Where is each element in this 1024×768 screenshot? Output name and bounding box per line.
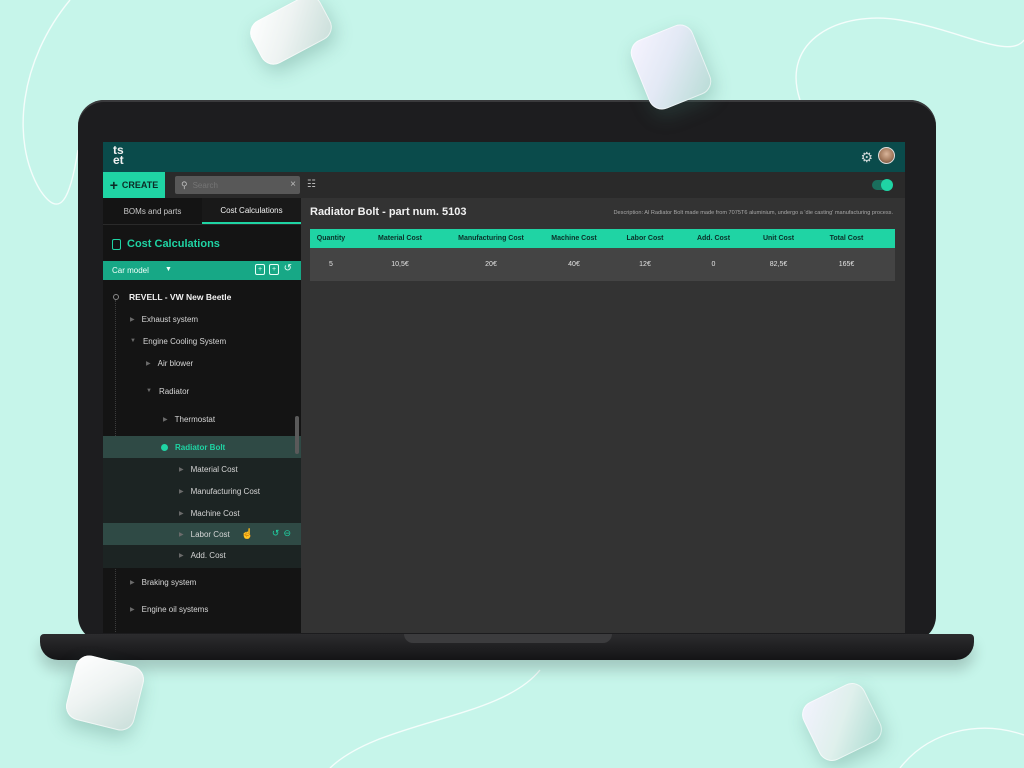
table-cell: 40€ [568,261,580,268]
chevron-right-icon: ▶ [146,360,151,367]
sidebar-tabs: BOMs and parts Cost Calculations [103,198,301,225]
column-header[interactable]: Manufacturing Cost [448,229,534,248]
calculator-icon [112,238,121,250]
search-box: ⚲ × [175,176,300,194]
tree-item-labor-cost[interactable]: ▶ Labor Cost ☝ ↺ ⊖ [103,523,301,545]
cost-table: Quantity Material Cost Manufacturing Cos… [310,229,895,281]
column-header[interactable]: Machine Cost [534,229,614,248]
tree-item-label: Thermostat [174,414,216,424]
selected-dot-icon [161,443,168,451]
tree-item-engine-cooling-system[interactable]: ▼ Engine Cooling System [103,330,301,352]
tree-root-label: REVELL - VW New Beetle [129,292,232,302]
main-panel: Radiator Bolt - part num. 5103 Descripti… [301,198,905,633]
tree-item-material-cost[interactable]: ▶ Material Cost [103,458,301,480]
chevron-right-icon: ▶ [179,531,184,538]
table-cell: 82,5€ [769,261,788,268]
clear-icon[interactable]: × [290,179,296,190]
tree-item-manufacturing-cost[interactable]: ▶ Manufacturing Cost [103,480,301,502]
column-header[interactable]: Material Cost [352,229,448,248]
laptop-notch [404,634,612,643]
column-header[interactable]: Add. Cost [676,229,751,248]
tree-item-label: Air blower [157,358,194,368]
chevron-right-icon: ▶ [179,488,184,495]
circle-icon [113,294,119,300]
model-selector[interactable]: Car model [112,266,149,275]
search-input[interactable] [192,180,279,190]
plus-icon: + [109,177,118,193]
search-icon: ⚲ [181,179,188,190]
tree-item-thermostat[interactable]: ▶ Thermostat [103,408,301,430]
sidebar-scrollbar[interactable] [295,416,299,454]
tree-item-label: Braking system [141,577,197,587]
tree-item-radiator-bolt[interactable]: Radiator Bolt [103,436,301,458]
tree-item-air-blower[interactable]: ▶ Air blower [103,352,301,374]
add-file-icon[interactable]: + [255,264,265,275]
add-folder-icon[interactable]: + [269,264,279,275]
table-cell: 0 [711,261,716,268]
tree-item-label: Engine oil systems [141,604,209,614]
section-title: Cost Calculations [112,238,220,250]
tree-item-exhaust-system[interactable]: ▶ Exhaust system [103,308,301,330]
view-toggle[interactable] [872,179,893,191]
table-header: Quantity Material Cost Manufacturing Cos… [310,229,895,248]
tab-cost-calculations[interactable]: Cost Calculations [202,198,301,224]
create-button-label: CREATE [121,180,159,190]
tree-item-braking-system[interactable]: ▶ Braking system [103,571,301,593]
tree-root[interactable]: REVELL - VW New Beetle [103,286,301,308]
column-header[interactable]: Total Cost [806,229,887,248]
chevron-down-icon: ▼ [130,338,136,344]
tree-item-label: Manufacturing Cost [190,486,260,496]
undo-icon[interactable]: ↺ [272,528,280,539]
tree-item-label: Engine Cooling System [142,336,227,346]
table-row: 5 10,5€ 20€ 40€ 12€ 0 82,5€ 165€ [310,248,895,281]
filter-icon[interactable]: ☷ [307,179,316,190]
undo-icon[interactable]: ↺ [284,263,292,274]
tree-item-label: Material Cost [190,464,238,474]
chevron-right-icon: ▶ [130,316,135,323]
part-description: Description: Al Radiator Bolt made made … [613,210,893,216]
sidebar: BOMs and parts Cost Calculations Cost Ca… [103,198,301,633]
chevron-right-icon: ▶ [163,416,168,423]
tree-item-label: Exhaust system [141,314,199,324]
table-cell: 20€ [485,261,497,268]
avatar[interactable] [878,147,895,164]
toggle-knob [881,179,893,191]
tree-item-label: Radiator Bolt [175,442,226,452]
chevron-right-icon: ▶ [179,466,184,473]
tree-item-label: Add. Cost [190,550,226,560]
tree-item-machine-cost[interactable]: ▶ Machine Cost [103,502,301,524]
toolbar: + CREATE ⚲ × ☷ [103,172,905,198]
create-button[interactable]: + CREATE [103,172,165,198]
app-logo[interactable]: ts et [113,144,124,166]
chevron-right-icon: ▶ [179,552,184,559]
tree-item-radiator[interactable]: ▼ Radiator [103,380,301,402]
row-actions: ↺ ⊖ [272,528,291,539]
chevron-right-icon: ▶ [130,579,135,586]
column-header[interactable]: Labor Cost [614,229,676,248]
column-header[interactable]: Quantity [310,229,352,248]
chevron-right-icon: ▶ [179,510,184,517]
column-header[interactable]: Unit Cost [751,229,806,248]
tab-boms-and-parts[interactable]: BOMs and parts [103,198,202,224]
remove-icon[interactable]: ⊖ [283,528,291,539]
model-selector-bar: Car model ▼ + + ↺ [103,261,301,280]
section-title-label: Cost Calculations [127,238,220,250]
table-cell: 12€ [639,261,651,268]
page-title: Radiator Bolt - part num. 5103 [310,206,467,218]
tree-item-label: Radiator [158,386,190,396]
table-cell: 165€ [838,261,855,268]
table-cell: 10,5€ [391,261,409,268]
chevron-down-icon: ▼ [146,388,152,394]
app-screen: tset ⚙ + CREATE ⚲ × ☷ BOMs and parts Cos… [103,142,905,633]
tree-item-add-cost[interactable]: ▶ Add. Cost [103,544,301,566]
chevron-down-icon[interactable]: ▼ [165,266,172,273]
top-bar: ts et ⚙ [103,142,905,172]
gear-icon[interactable]: ⚙ [860,149,873,166]
pointer-cursor-icon: ☝ [241,529,254,540]
tree-item-label: Labor Cost [190,529,230,539]
tree-item-engine-oil-systems[interactable]: ▶ Engine oil systems [103,598,301,620]
chevron-right-icon: ▶ [130,606,135,613]
table-cell: 5 [329,261,333,268]
tree-item-label: Machine Cost [190,508,240,518]
